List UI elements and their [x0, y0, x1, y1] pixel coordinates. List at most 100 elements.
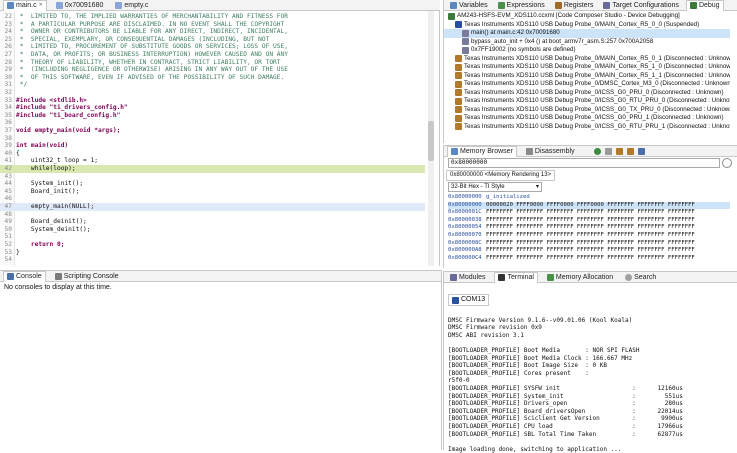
- target-config-icon: [603, 1, 611, 9]
- address-input[interactable]: 0x80000000: [448, 158, 720, 168]
- code-line: 52 return 0;: [0, 241, 425, 249]
- code-line: 35 #include "ti_board_config.h": [0, 112, 425, 120]
- memory-browser-panel: Memory Browser Disassembly 0x80000000 0x…: [443, 145, 737, 268]
- debug-tree-item[interactable]: Texas Instruments XDS110 USB Debug Probe…: [444, 80, 730, 89]
- memory-row[interactable]: 0x80000070 FFFFFFFF FFFFFFFF FFFFFFFF FFF…: [448, 232, 730, 240]
- code-line: 28 * THEORY OF LIABILITY, WHETHER IN CON…: [0, 59, 425, 67]
- debug-tree-item[interactable]: bypass_auto_init + 0x4 () at boot_armv7r…: [444, 38, 730, 47]
- debug-tree-label: Texas Instruments XDS110 USB Debug Probe…: [464, 54, 730, 62]
- scrollbar-thumb[interactable]: [428, 121, 434, 161]
- code-line: 44 System_init();: [0, 180, 425, 188]
- debug-tree-item[interactable]: main() at main.c:42 0x70091680: [444, 29, 730, 38]
- memory-row[interactable]: 0x80000054 FFFFFFFF FFFFFFFF FFFFFFFF FFF…: [448, 224, 730, 232]
- memory-row[interactable]: 0x80000000 00000020 FFFF0000 FFFF0000 FFF…: [448, 201, 730, 210]
- debug-tree-item[interactable]: Texas Instruments XDS110 USB Debug Probe…: [444, 21, 730, 30]
- terminal-line: [BOOTLOADER_PROFILE] Cores present :: [448, 369, 589, 377]
- debug-tree-item[interactable]: Texas Instruments XDS110 USB Debug Probe…: [444, 114, 730, 123]
- code-line: 43: [0, 173, 425, 181]
- code-text: */: [16, 81, 28, 89]
- memory-icon: [451, 148, 458, 155]
- tab-expressions[interactable]: Expressions: [495, 0, 548, 11]
- rendering-tab[interactable]: 0x80000000 <Memory Rendering 13>: [446, 170, 556, 181]
- debug-tree-item[interactable]: Texas Instruments XDS110 USB Debug Probe…: [444, 63, 730, 72]
- code-text: void empty_main(void *args);: [16, 127, 121, 134]
- code-editor[interactable]: 22 * LIMITED TO, THE IMPLIED WARRANTIES …: [0, 11, 440, 266]
- line-number: 32: [4, 89, 12, 96]
- code-text: int main(void): [16, 142, 69, 150]
- code-line: 34 #include "ti_drivers_config.h": [0, 104, 425, 112]
- tab-memory-browser[interactable]: Memory Browser: [447, 145, 517, 157]
- debug-tree-item[interactable]: Texas Instruments XDS110 USB Debug Probe…: [444, 72, 730, 81]
- memory-row[interactable]: 0x8000001C FFFFFFFF FFFFFFFF FFFFFFFF FFF…: [448, 209, 730, 217]
- line-number: 40: [4, 149, 12, 157]
- expressions-icon: [497, 1, 505, 9]
- memory-row[interactable]: 0x80000000 g_initialized: [448, 194, 730, 202]
- code-text: * LIMITED TO, THE IMPLIED WARRANTIES OF …: [16, 13, 288, 20]
- tab-0x70091680[interactable]: 0x70091680: [53, 0, 107, 11]
- code-line: 40 {: [0, 150, 425, 158]
- code-text: * OWNER OR CONTRIBUTORS BE LIABLE FOR AN…: [16, 28, 288, 36]
- debug-tree-item[interactable]: Texas Instruments XDS110 USB Debug Probe…: [444, 55, 730, 64]
- editor-scrollbar[interactable]: [428, 11, 434, 266]
- memory-values: FFFFFFFF FFFFFFFF FFFFFFFF FFFFFFFF FFFF…: [486, 239, 695, 246]
- tab-terminal[interactable]: Terminal: [494, 271, 538, 283]
- tab-console[interactable]: Console: [3, 270, 46, 282]
- debug-tree-item[interactable]: Texas Instruments XDS110 USB Debug Probe…: [444, 123, 730, 132]
- memory-address: 0x80000038: [448, 216, 482, 223]
- tab-registers[interactable]: Registers: [552, 0, 597, 11]
- tab-target-configurations[interactable]: Target Configurations: [600, 0, 682, 11]
- debug-tree-label: Texas Instruments XDS110 USB Debug Probe…: [464, 105, 730, 113]
- scripting-console-icon: [54, 272, 62, 280]
- tab-disassembly[interactable]: Disassembly: [523, 146, 578, 157]
- line-number: 36: [4, 119, 12, 127]
- memory-address: 0x8000001C: [448, 209, 482, 216]
- terminal-line: DMSC Firmware Version 9.1.6--v09.01.06 (…: [448, 316, 633, 324]
- tab-debug[interactable]: Debug: [685, 0, 724, 11]
- line-number: 41: [4, 157, 12, 165]
- memory-address: 0x800000C4: [448, 254, 482, 261]
- memory-values: FFFFFFFF FFFFFFFF FFFFFFFF FFFFFFFF FFFF…: [486, 209, 695, 216]
- close-icon[interactable]: ✕: [39, 0, 43, 11]
- tab-scripting-console[interactable]: Scripting Console: [52, 271, 122, 282]
- memory-address: 0x80000000: [448, 201, 482, 208]
- memory-row[interactable]: 0x80000038 FFFFFFFF FFFFFFFF FFFFFFFF FFF…: [448, 217, 730, 225]
- format-select[interactable]: 32-Bit Hex - TI Style ▾: [448, 182, 542, 192]
- thread-icon: [455, 21, 462, 29]
- new-rendering-icon[interactable]: [638, 148, 645, 155]
- line-number: 24: [4, 28, 12, 36]
- tab-empty-c[interactable]: empty.c: [112, 0, 151, 11]
- debug-tree-item[interactable]: AM243-HSFS-EVM_XDS110.ccxml [Code Compos…: [444, 12, 730, 21]
- terminal-port-tab[interactable]: COM13: [448, 294, 490, 306]
- debug-tree-item[interactable]: 0x7FF19002 (no symbols are defined): [444, 46, 730, 55]
- code-text: }: [16, 248, 20, 256]
- refresh-icon[interactable]: [594, 148, 601, 155]
- tab-variables[interactable]: Variables: [447, 0, 491, 11]
- memory-row[interactable]: 0x800000C4 FFFFFFFF FFFFFFFF FFFFFFFF FFF…: [448, 255, 730, 263]
- code-line: 27 * DATA, OR PROFITS; OR BUSINESS INTER…: [0, 51, 425, 59]
- debug-tree-item[interactable]: Texas Instruments XDS110 USB Debug Probe…: [444, 89, 730, 98]
- memory-row[interactable]: 0x8000008C FFFFFFFF FFFFFFFF FFFFFFFF FFF…: [448, 240, 730, 248]
- debug-tree-item[interactable]: Texas Instruments XDS110 USB Debug Probe…: [444, 106, 730, 115]
- line-number: 46: [4, 195, 12, 203]
- terminal-line: DMSC Firmware revision 0x9: [448, 324, 542, 332]
- export-icon[interactable]: [627, 148, 634, 155]
- debug-tree-item[interactable]: Texas Instruments XDS110 USB Debug Probe…: [444, 97, 730, 106]
- code-text: uint32_t loop = 1;: [16, 157, 98, 165]
- line-number: 44: [4, 180, 12, 188]
- go-icon[interactable]: [722, 158, 732, 168]
- code-text: Board_init();: [16, 187, 80, 195]
- code-text: empty_main(NULL);: [16, 203, 95, 210]
- tab-memory-allocation[interactable]: Memory Allocation: [544, 272, 616, 283]
- tab-modules[interactable]: Modules: [447, 272, 488, 283]
- line-number: 22: [4, 13, 12, 20]
- import-icon[interactable]: [616, 148, 623, 155]
- line-number: 29: [4, 66, 12, 74]
- code-text: Board_deinit();: [16, 218, 87, 226]
- line-number: 48: [4, 210, 12, 218]
- chevron-down-icon[interactable]: [605, 148, 612, 155]
- tab-search[interactable]: Search: [622, 272, 659, 283]
- tab-main-c[interactable]: main.c ✕: [3, 0, 47, 11]
- memory-row[interactable]: 0x800000A8 FFFFFFFF FFFFFFFF FFFFFFFF FFF…: [448, 247, 730, 255]
- terminal-line: [BOOTLOADER_PROFILE] Board_driversOpen :…: [448, 407, 683, 415]
